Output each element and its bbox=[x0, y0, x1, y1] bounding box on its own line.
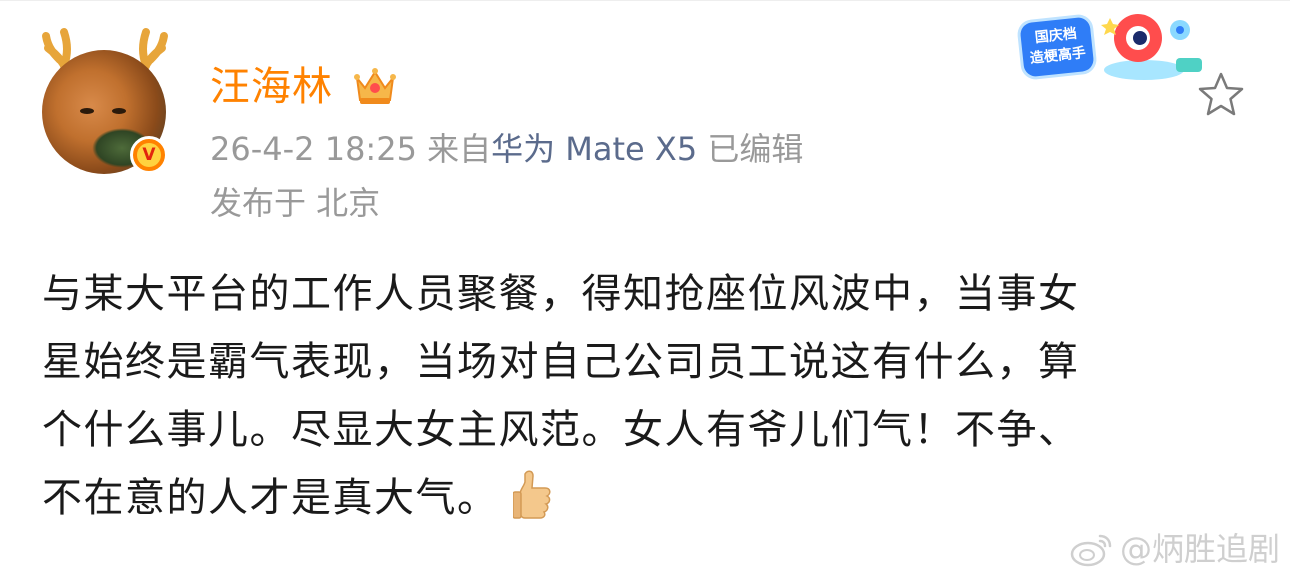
avatar[interactable]: V bbox=[38, 24, 178, 184]
edited-label[interactable]: 已编辑 bbox=[707, 130, 803, 168]
post-content: 与某大平台的工作人员聚餐，得知抢座位风波中，当事女 星始终是霸气表现，当场对自己… bbox=[42, 260, 1248, 532]
post-meta: 26-4-2 18:25 来自华为 Mate X5 已编辑 bbox=[210, 128, 803, 170]
content-line: 星始终是霸气表现，当场对自己公司员工说这有什么，算 bbox=[42, 339, 1080, 385]
source-device[interactable]: 华为 Mate X5 bbox=[491, 130, 697, 168]
promo-badge: 国庆档 造梗高手 bbox=[1019, 16, 1095, 78]
author-name[interactable]: 汪海林 bbox=[210, 62, 333, 112]
timestamp: 26-4-2 18:25 bbox=[210, 130, 417, 168]
source-prefix: 来自 bbox=[427, 130, 492, 168]
thumbs-up-emoji bbox=[512, 470, 550, 519]
weibo-post: V 汪海林 26-4-2 18:25 来自华为 Mate X5 已编辑 发布于 … bbox=[0, 0, 1290, 579]
content-line: 个什么事儿。尽显大女主风范。女人有爷儿们气！不争、 bbox=[42, 407, 1080, 453]
favorite-star-icon[interactable] bbox=[1196, 70, 1246, 120]
crown-icon bbox=[354, 68, 396, 104]
post-location: 发布于 北京 bbox=[210, 184, 381, 222]
watermark-text: @炳胜追剧 bbox=[1119, 530, 1280, 568]
watermark: @炳胜追剧 bbox=[1070, 529, 1280, 569]
promo-banner[interactable]: 国庆档 造梗高手 bbox=[1012, 8, 1208, 88]
verified-v-icon: V bbox=[130, 136, 168, 174]
mascot-icon bbox=[1101, 14, 1202, 80]
content-line: 与某大平台的工作人员聚餐，得知抢座位风波中，当事女 bbox=[42, 271, 1080, 317]
weibo-logo-icon bbox=[1070, 534, 1112, 567]
content-line-last: 不在意的人才是真大气。 bbox=[42, 464, 1248, 532]
divider bbox=[0, 0, 1290, 1]
content-line: 不在意的人才是真大气。 bbox=[42, 475, 499, 521]
